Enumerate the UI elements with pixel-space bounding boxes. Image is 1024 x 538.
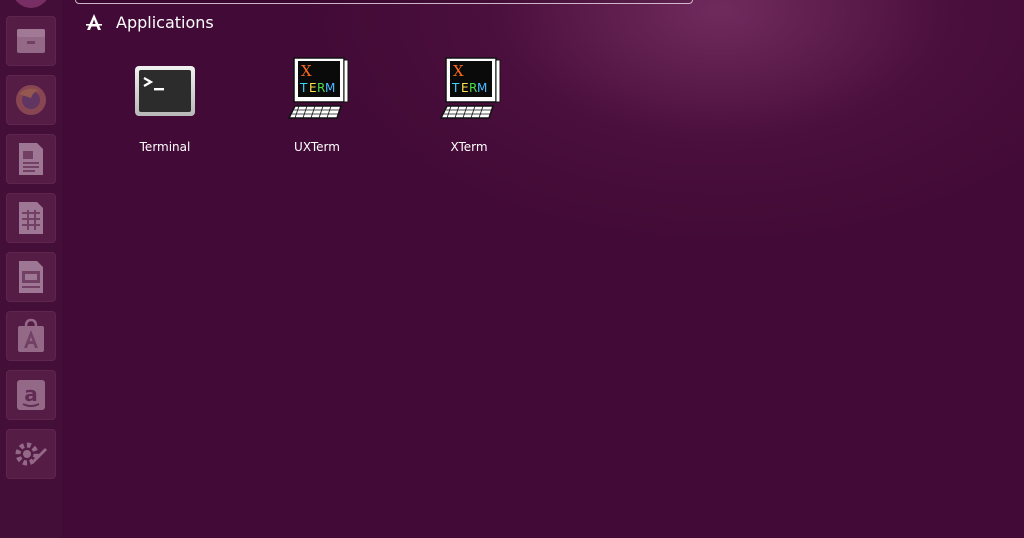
category-title: Applications <box>116 12 214 32</box>
xterm-x-glyph: X <box>301 62 312 80</box>
launcher-item-amazon[interactable]: a <box>6 370 56 420</box>
xterm-m-glyph: M <box>477 81 487 95</box>
launcher-item-files[interactable] <box>6 16 56 66</box>
launcher-item-software-center[interactable] <box>6 311 56 361</box>
terminal-icon <box>135 66 195 116</box>
software-center-icon <box>18 318 44 352</box>
xterm-e-glyph: E <box>461 81 469 95</box>
calc-icon <box>19 202 43 234</box>
firefox-icon <box>16 85 46 115</box>
search-input[interactable] <box>75 0 693 4</box>
category-header: Applications <box>84 10 214 34</box>
xterm-m-glyph: M <box>325 81 335 95</box>
launcher-item-writer[interactable] <box>6 134 56 184</box>
launcher-item-firefox[interactable] <box>6 75 56 125</box>
launcher-item-impress[interactable] <box>6 252 56 302</box>
xterm-icon: X T E R M <box>439 57 501 119</box>
launcher-item-system-settings[interactable] <box>6 429 56 479</box>
result-label: UXTerm <box>294 140 340 154</box>
result-uxterm[interactable]: X T E R M UXTerm <box>257 54 377 164</box>
result-xterm[interactable]: X T E R M XTerm <box>409 54 529 164</box>
result-label: Terminal <box>139 140 191 154</box>
result-label: XTerm <box>450 140 488 154</box>
xterm-e-glyph: E <box>309 81 317 95</box>
xterm-x-glyph: X <box>453 62 464 80</box>
system-settings-icon <box>15 442 47 466</box>
launcher: a <box>0 0 62 538</box>
launcher-item-calc[interactable] <box>6 193 56 243</box>
svg-text:a: a <box>24 382 38 406</box>
xterm-t-glyph: T <box>299 81 308 95</box>
xterm-icon: X T E R M <box>287 57 349 119</box>
result-terminal[interactable]: Terminal <box>105 54 225 164</box>
files-icon <box>17 29 45 53</box>
impress-icon <box>19 261 43 293</box>
xterm-t-glyph: T <box>451 81 460 95</box>
dash-home-button[interactable] <box>12 0 50 8</box>
writer-icon <box>19 143 43 175</box>
amazon-icon: a <box>17 380 45 410</box>
applications-icon <box>86 14 102 30</box>
